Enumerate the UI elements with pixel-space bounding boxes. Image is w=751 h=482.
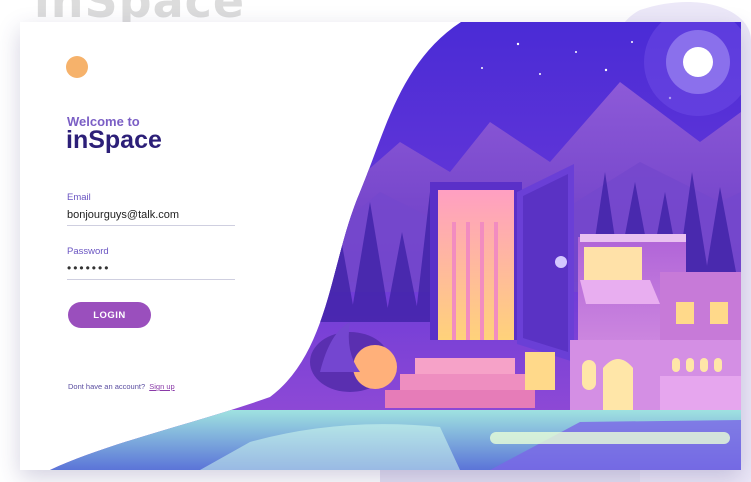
email-label: Email [67,192,91,203]
password-label: Password [67,246,109,257]
orange-circle-logo-icon [66,56,88,78]
signup-row: Dont have an account? Sign up [68,382,175,391]
signup-link[interactable]: Sign up [149,382,174,391]
password-field[interactable]: ••••••• [67,261,235,280]
email-field[interactable] [67,205,235,226]
app-title: inSpace [66,126,162,154]
login-button[interactable]: LOGIN [68,302,151,328]
signup-prompt: Dont have an account? [68,382,146,391]
house-night-illustration [50,22,741,470]
login-card: Welcome to inSpace Email Password ••••••… [20,22,741,470]
